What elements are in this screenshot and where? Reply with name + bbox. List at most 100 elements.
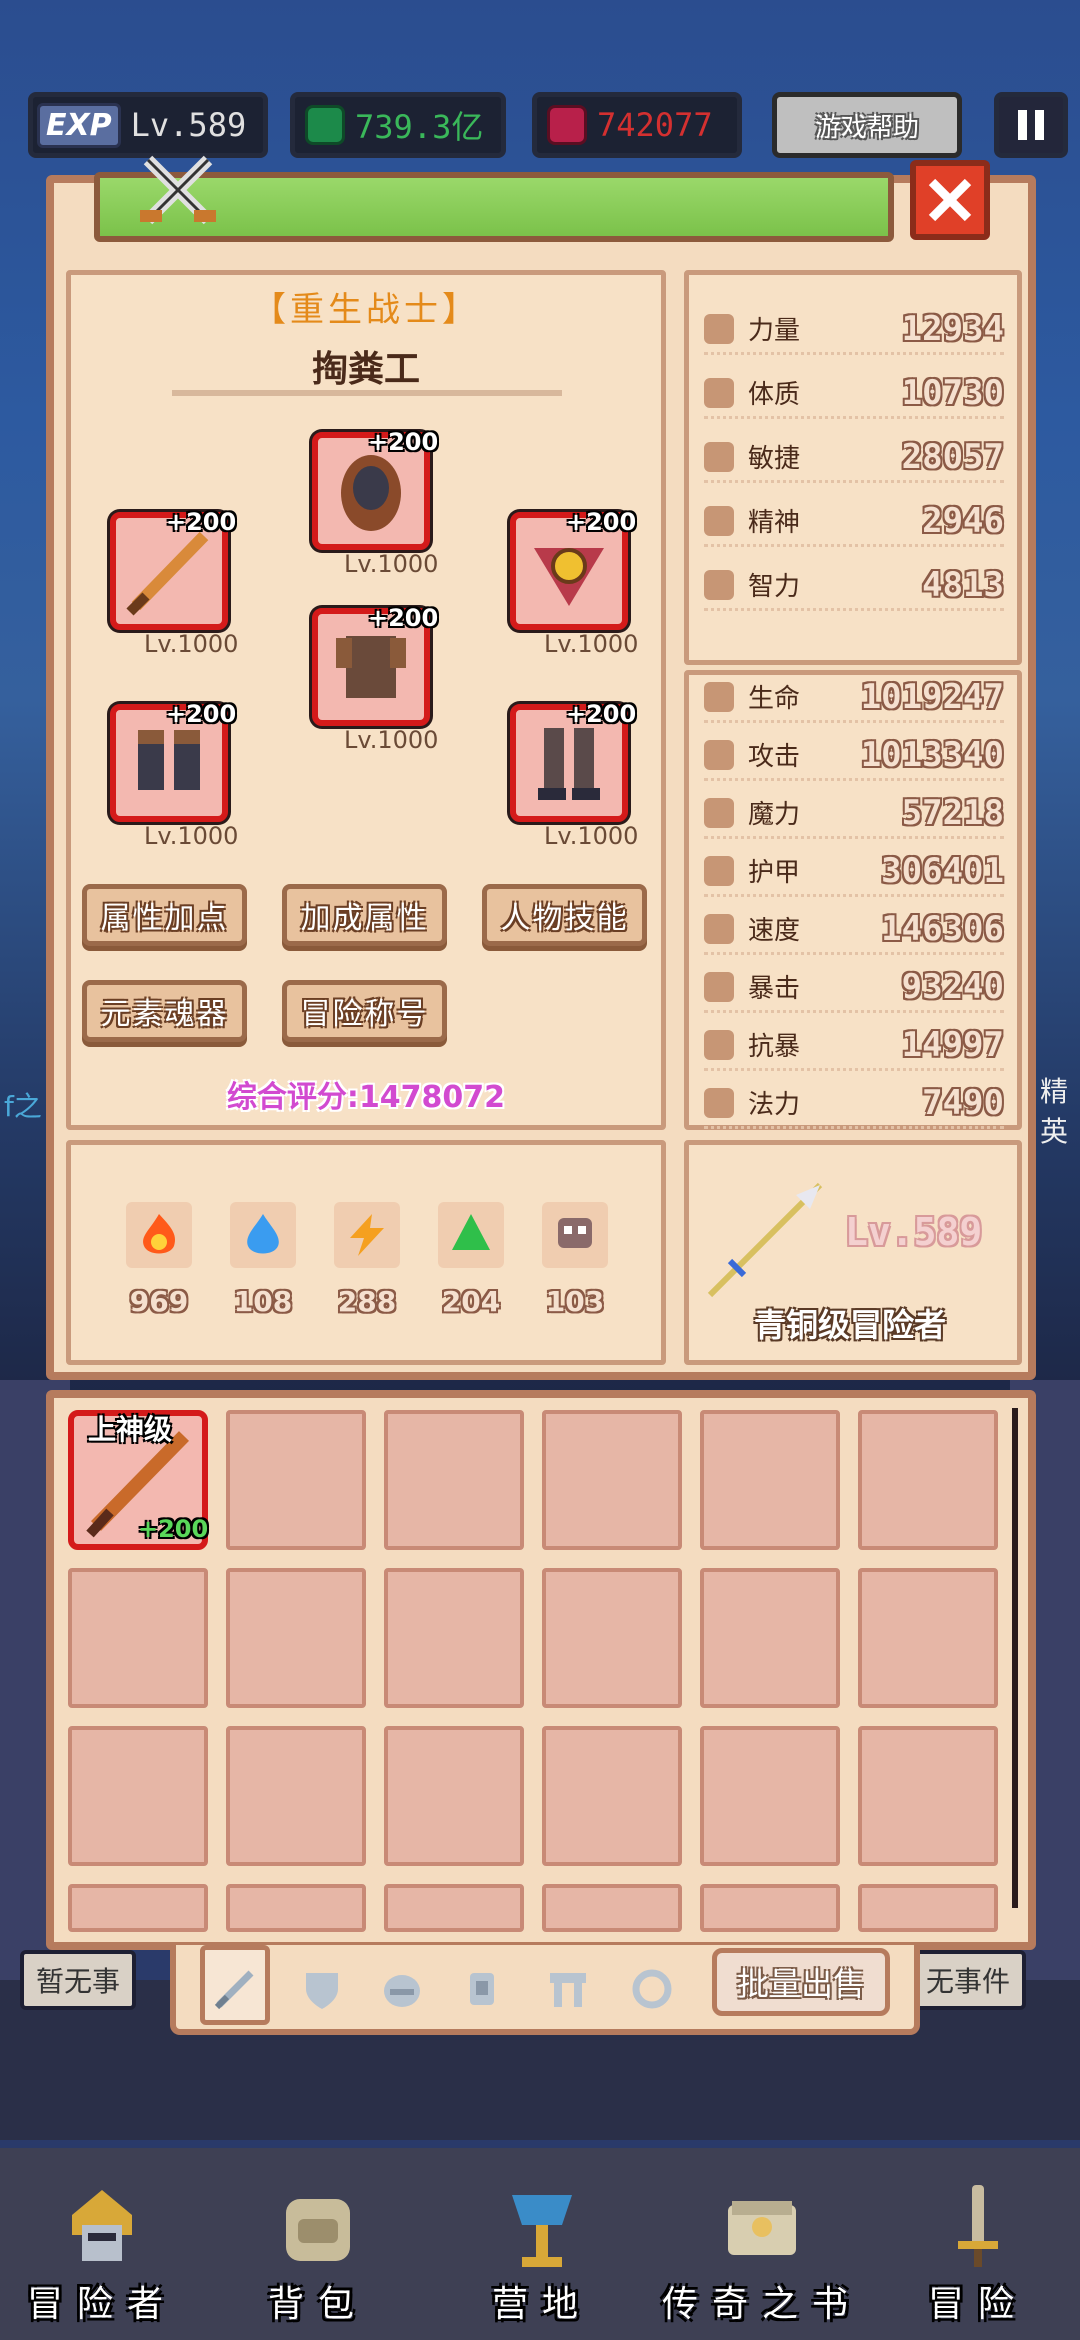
dark-element[interactable] <box>542 1202 608 1268</box>
stat-row-strength: 力量 12934 <box>704 305 1004 355</box>
stat-row-speed: 速度 146306 <box>704 905 1004 955</box>
equip-level: Lv.1000 <box>344 550 439 578</box>
inventory-slot[interactable] <box>226 1884 366 1932</box>
inventory-slot[interactable] <box>858 1568 998 1708</box>
equip-level: Lv.1000 <box>544 822 639 850</box>
attr-points-button[interactable]: 属性加点 <box>82 884 247 946</box>
overall-score: 综合评分:1478072 <box>66 1072 666 1116</box>
equip-plus: +200 <box>368 428 439 456</box>
inventory-slot[interactable] <box>858 1410 998 1550</box>
stat-label: 护甲 <box>748 858 801 888</box>
intellect-icon <box>704 569 734 600</box>
score-value: 1478072 <box>358 1080 506 1115</box>
nav-camp[interactable]: 营地 <box>442 2165 642 2335</box>
behind-side-text-right: 精英 <box>1040 1075 1069 1148</box>
stat-value: 93240 <box>901 966 1004 1007</box>
stat-row-life: 生命 1019247 <box>704 673 1004 723</box>
close-button[interactable] <box>910 160 990 240</box>
ring-tab-icon[interactable] <box>628 1965 676 2013</box>
backpack-icon <box>286 2199 350 2261</box>
stat-label: 智力 <box>748 572 801 602</box>
shield-tab-icon[interactable] <box>298 1965 346 2013</box>
adventure-title-button[interactable]: 冒险称号 <box>282 980 447 1042</box>
inventory-slot[interactable] <box>858 1884 998 1932</box>
life-icon <box>704 681 734 712</box>
stat-value: 12934 <box>901 308 1004 349</box>
earth-element[interactable] <box>438 1202 504 1268</box>
bonus-attr-button[interactable]: 加成属性 <box>282 884 447 946</box>
stat-row-magic: 魔力 57218 <box>704 789 1004 839</box>
nav-adventure[interactable]: 冒险 <box>878 2165 1078 2335</box>
batch-sell-button[interactable]: 批量出售 <box>712 1948 890 2016</box>
stat-label: 精神 <box>748 508 801 538</box>
dark-element-value: 103 <box>545 1285 605 1318</box>
accessory-tab-icon[interactable] <box>544 1965 592 2013</box>
pause-icon <box>1018 110 1044 140</box>
pause-button[interactable] <box>994 92 1068 158</box>
stat-row-mana: 法力 7490 <box>704 1079 1004 1129</box>
inventory-slot[interactable] <box>542 1884 682 1932</box>
inventory-slot[interactable] <box>226 1726 366 1866</box>
fire-element[interactable] <box>126 1202 192 1268</box>
spirit-icon <box>704 505 734 536</box>
crit-icon <box>704 971 734 1002</box>
mana-icon <box>704 1087 734 1118</box>
stat-label: 抗暴 <box>748 1032 801 1062</box>
stat-row-attack: 攻击 1013340 <box>704 731 1004 781</box>
inventory-scrollbar[interactable] <box>1012 1408 1018 1908</box>
inventory-slot[interactable] <box>68 1568 208 1708</box>
help-label: 游戏帮助 <box>814 112 919 143</box>
inventory-slot[interactable] <box>384 1884 524 1932</box>
lightning-element[interactable] <box>334 1202 400 1268</box>
water-element[interactable] <box>230 1202 296 1268</box>
inventory-slot[interactable] <box>542 1568 682 1708</box>
stat-label: 法力 <box>748 1090 801 1120</box>
behind-event-left: 暂无事 <box>20 1950 137 2010</box>
spear-icon <box>707 1182 823 1298</box>
name-divider <box>172 390 562 396</box>
char-skills-button[interactable]: 人物技能 <box>482 884 647 946</box>
inventory-slot[interactable] <box>68 1884 208 1932</box>
ruby-icon <box>547 105 587 145</box>
nav-backpack[interactable]: 背包 <box>218 2165 418 2335</box>
lightning-element-value: 288 <box>337 1285 397 1318</box>
element-soul-button[interactable]: 元素魂器 <box>82 980 247 1042</box>
item-plus: +200 <box>138 1515 209 1543</box>
inventory-slot[interactable] <box>542 1726 682 1866</box>
inventory-slot[interactable] <box>68 1726 208 1866</box>
inventory-slot[interactable] <box>700 1568 840 1708</box>
emerald-icon <box>305 105 345 145</box>
help-button[interactable]: 游戏帮助 <box>772 92 962 158</box>
strength-icon <box>704 313 734 344</box>
water-element-icon <box>247 1214 279 1254</box>
inventory-slot[interactable] <box>384 1726 524 1866</box>
adventurer-icon <box>72 2190 132 2261</box>
nav-legend-book[interactable]: 传奇之书 <box>662 2165 862 2335</box>
crit-resist-icon <box>704 1029 734 1060</box>
inventory-slot[interactable] <box>226 1410 366 1550</box>
inventory-slot[interactable] <box>858 1726 998 1866</box>
inventory-slot[interactable] <box>384 1410 524 1550</box>
gem-amount: 742077 <box>597 106 713 144</box>
inventory-slot[interactable] <box>700 1884 840 1932</box>
equip-plus: +200 <box>166 700 237 728</box>
nav-label: 冒险 <box>927 2284 1028 2325</box>
inventory-slot[interactable] <box>700 1726 840 1866</box>
stat-label: 体质 <box>748 380 801 410</box>
inventory-slot[interactable] <box>542 1410 682 1550</box>
inventory-slot[interactable] <box>226 1568 366 1708</box>
water-element-value: 108 <box>233 1285 293 1318</box>
inventory-slot[interactable] <box>384 1568 524 1708</box>
stat-value: 146306 <box>881 908 1004 949</box>
armor-tab-icon[interactable] <box>458 1965 506 2013</box>
nav-adventurer[interactable]: 冒险者 <box>2 2165 202 2335</box>
inventory-slot[interactable] <box>700 1410 840 1550</box>
close-icon <box>928 178 972 222</box>
stat-label: 力量 <box>748 316 801 346</box>
stat-row-spirit: 精神 2946 <box>704 497 1004 547</box>
helmet-tab-icon[interactable] <box>378 1965 426 2013</box>
equip-level: Lv.1000 <box>544 630 639 658</box>
stat-value: 14997 <box>901 1024 1004 1065</box>
stat-value: 306401 <box>881 850 1004 891</box>
rank-title: 青铜级冒险者 <box>753 1306 946 1344</box>
